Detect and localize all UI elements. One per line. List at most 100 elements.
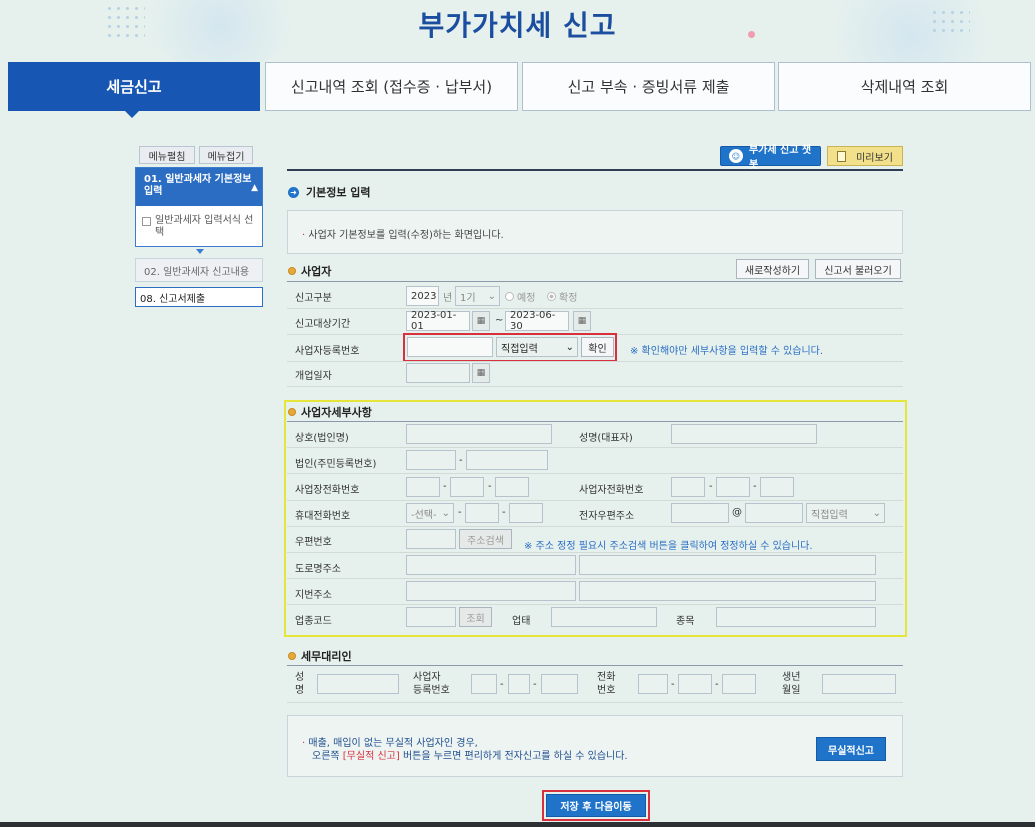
mobile-label: 휴대전화번호	[295, 511, 351, 522]
trade-name-input[interactable]	[406, 424, 552, 444]
tab-deleted-history[interactable]: 삭제내역 조회	[778, 62, 1031, 111]
road-address-input-1[interactable]	[406, 555, 576, 575]
calendar-icon[interactable]: ▦	[472, 311, 490, 331]
document-icon	[837, 150, 847, 162]
chatbot-icon: ☺	[729, 149, 743, 163]
nil-highlight: [무실적 신고]	[342, 751, 400, 762]
agent-phone-input-2[interactable]	[678, 674, 712, 694]
open-date-input[interactable]	[406, 363, 470, 383]
calendar-icon[interactable]: ▦	[573, 311, 591, 331]
date-from-input[interactable]: 2023-01-01	[406, 310, 470, 332]
email-domain-input[interactable]	[745, 503, 803, 523]
mobile-input-3[interactable]	[509, 503, 543, 523]
menu-step-1-sub[interactable]: 일반과세자 입력서식 선택	[136, 206, 262, 239]
business-type-input[interactable]	[551, 607, 657, 627]
email-domain-select[interactable]: 직접입력 ⌄	[806, 503, 885, 523]
confirm-button[interactable]: 확인	[581, 337, 614, 357]
open-date-label: 개업일자	[295, 371, 332, 382]
agent-regno-input-1[interactable]	[471, 674, 497, 694]
agent-birth-label: 생년 월일	[782, 672, 801, 696]
taskbar	[0, 822, 1035, 827]
chevron-down-icon: ⌄	[487, 290, 496, 302]
divider	[287, 281, 903, 282]
agent-phone-input-1[interactable]	[638, 674, 668, 694]
menu-step-2[interactable]: 02. 일반과세자 신고내용	[135, 258, 263, 282]
menu-expand-button[interactable]: 메뉴펼침	[139, 146, 195, 164]
zip-note: ※ 주소 정정 필요시 주소검색 버튼을 클릭하여 정정하실 수 있습니다.	[524, 541, 813, 552]
owner-phone-input-3[interactable]	[760, 477, 794, 497]
agent-regno-input-3[interactable]	[541, 674, 578, 694]
mobile-prefix-select[interactable]: -선택- ⌄	[406, 503, 454, 523]
checkbox-icon	[142, 217, 151, 226]
mobile-input-2[interactable]	[465, 503, 499, 523]
agent-birth-input[interactable]	[822, 674, 896, 694]
agent-regno-input-2[interactable]	[508, 674, 530, 694]
new-form-button[interactable]: 새로작성하기	[736, 259, 809, 279]
circle-bullet-icon	[288, 408, 296, 416]
divider	[287, 473, 903, 474]
tab-filing-history[interactable]: 신고내역 조회 (접수증 · 납부서)	[265, 62, 518, 111]
biz-phone-input-1[interactable]	[406, 477, 440, 497]
email-at: @	[732, 507, 742, 518]
divider	[287, 169, 903, 171]
agent-phone-input-3[interactable]	[722, 674, 756, 694]
biz-phone-input-2[interactable]	[450, 477, 484, 497]
year-input[interactable]: 2023	[406, 286, 439, 306]
divider	[287, 552, 903, 553]
details-title: 사업자세부사항	[288, 404, 372, 420]
load-form-button[interactable]: 신고서 불러오기	[815, 259, 901, 279]
lot-address-input-2[interactable]	[579, 581, 876, 601]
chevron-down-icon: ⌄	[441, 507, 450, 519]
owner-phone-input-2[interactable]	[716, 477, 750, 497]
corp-no-input-2[interactable]	[466, 450, 548, 470]
nil-filing-box: · 매출, 매입이 없는 무실적 사업자인 경우, 오른쪽 [무실적 신고] 버…	[287, 715, 903, 777]
agent-phone-label: 전화 번호	[597, 672, 616, 696]
menu-step-1[interactable]: 01. 일반과세자 기본정보 입력 ▲ 일반과세자 입력서식 선택	[135, 167, 263, 247]
item-input[interactable]	[716, 607, 876, 627]
menu-collapse-button[interactable]: 메뉴접기	[199, 146, 253, 164]
chevron-down-icon: ⌄	[565, 341, 574, 353]
preview-button[interactable]: 미리보기	[827, 146, 903, 166]
regno-select[interactable]: 직접입력 ⌄	[496, 337, 578, 357]
industry-lookup-button[interactable]: 조회	[459, 607, 492, 627]
divider	[287, 604, 903, 605]
tab-attachments[interactable]: 신고 부속 · 증빙서류 제출	[522, 62, 775, 111]
biz-phone-input-3[interactable]	[495, 477, 529, 497]
divider	[287, 308, 903, 309]
industry-code-input[interactable]	[406, 607, 456, 627]
agent-name-input[interactable]	[317, 674, 399, 694]
nil-line-1: 매출, 매입이 없는 무실적 사업자인 경우,	[308, 738, 478, 749]
menu-step-3[interactable]: 08. 신고서제출	[135, 287, 263, 307]
divider	[287, 526, 903, 527]
arrow-down-icon	[196, 249, 204, 254]
regno-input[interactable]	[407, 337, 493, 357]
divider	[287, 447, 903, 448]
date-to-input[interactable]: 2023-06-30	[505, 310, 569, 332]
chevron-down-icon: ⌄	[872, 507, 881, 519]
radio-final[interactable]: 확정	[547, 289, 577, 304]
email-label: 전자우편주소	[579, 511, 635, 522]
tab-tax-filing[interactable]: 세금신고	[8, 62, 260, 111]
save-next-button[interactable]: 저장 후 다음이동	[546, 794, 646, 817]
menu-step-1-label: 01. 일반과세자 기본정보 입력	[144, 174, 252, 197]
divider	[287, 702, 903, 703]
corp-no-input-1[interactable]	[406, 450, 456, 470]
divider	[287, 500, 903, 501]
email-id-input[interactable]	[671, 503, 729, 523]
lot-address-input-1[interactable]	[406, 581, 576, 601]
divider	[287, 361, 903, 362]
road-address-input-2[interactable]	[579, 555, 876, 575]
period-select[interactable]: 1기 ⌄	[455, 286, 500, 306]
period-label: 신고대상기간	[295, 319, 351, 330]
zip-input[interactable]	[406, 529, 456, 549]
rep-name-input[interactable]	[671, 424, 817, 444]
calendar-icon[interactable]: ▦	[472, 363, 490, 383]
chevron-up-icon[interactable]: ▲	[251, 182, 258, 194]
radio-planned[interactable]: 예정	[505, 289, 535, 304]
chatbot-button[interactable]: ☺ 부가세 신고 챗봇	[720, 145, 821, 171]
biz-phone-label: 사업장전화번호	[295, 485, 360, 496]
nil-filing-button[interactable]: 무실적신고	[816, 737, 886, 761]
owner-phone-input-1[interactable]	[671, 477, 705, 497]
address-search-button[interactable]: 주소검색	[459, 529, 512, 549]
agent-title: 세무대리인	[288, 648, 352, 664]
